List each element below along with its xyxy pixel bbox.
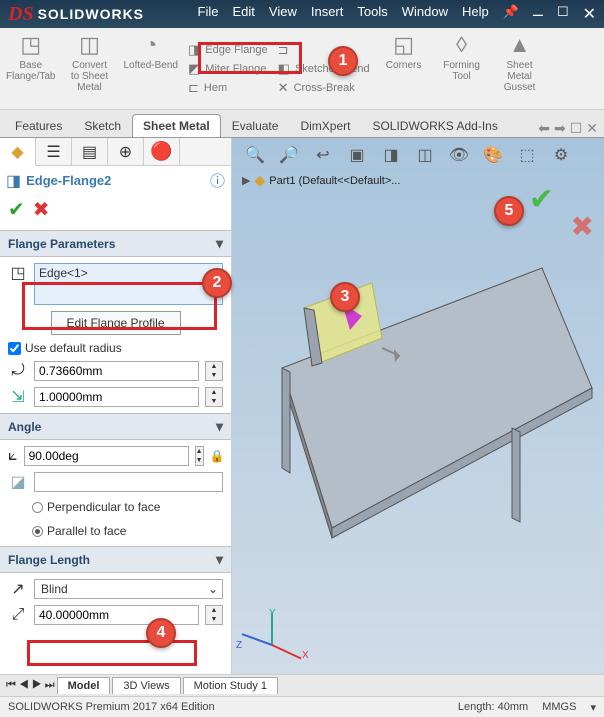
edge-flange-icon: ◨ [6, 171, 21, 191]
sheet-metal-part [232, 138, 602, 668]
doc-back-icon[interactable]: ⬅ [538, 120, 550, 137]
section-flange-length[interactable]: Flange Length▾ [0, 546, 231, 573]
doc-fwd-icon[interactable]: ➡ [554, 120, 566, 137]
length-spinner[interactable]: ▲▼ [205, 605, 223, 625]
tab-model[interactable]: Model [57, 677, 111, 694]
status-version: SOLIDWORKS Premium 2017 x64 Edition [8, 701, 215, 713]
tab-3d-views[interactable]: 3D Views [112, 677, 180, 694]
fm-tab-feature[interactable]: ◆ [0, 138, 36, 166]
base-flange-button[interactable]: ◳Base Flange/Tab [6, 32, 55, 105]
tab-features[interactable]: Features [4, 114, 73, 137]
accept-button[interactable]: ✔ [8, 197, 25, 222]
doc-restore-icon[interactable]: ☐ [570, 120, 583, 137]
gusset-button[interactable]: ▲Sheet Metal Gusset [496, 32, 544, 105]
doc-close-icon[interactable]: ✕ [586, 120, 598, 137]
callout-3: 3 [330, 282, 360, 312]
command-tabs: Features Sketch Sheet Metal Evaluate Dim… [0, 110, 604, 138]
angle-spinner[interactable]: ▲▼ [195, 446, 204, 466]
callout-2: 2 [202, 268, 232, 298]
menu-insert[interactable]: Insert [311, 4, 344, 25]
menu-edit[interactable]: Edit [233, 4, 255, 25]
fm-tab-dim[interactable]: ⊕ [108, 138, 144, 165]
length-input[interactable] [34, 605, 199, 625]
perpendicular-radio[interactable]: Perpendicular to face [8, 498, 223, 516]
edge-select-icon: ◳ [8, 263, 28, 283]
btab-nav[interactable]: ⏮ ◀ ▶ ⏭ [6, 679, 55, 692]
help-icon[interactable]: ⓘ [210, 170, 225, 191]
tab-addins[interactable]: SOLIDWORKS Add-Ins [361, 114, 508, 137]
menu-help[interactable]: Help [462, 4, 489, 25]
cancel-button[interactable]: ✖ [33, 197, 50, 222]
section-angle[interactable]: Angle▾ [0, 413, 231, 440]
menu-tools[interactable]: Tools [357, 4, 387, 25]
radius-icon: ⤾ [8, 362, 28, 380]
callout-1: 1 [328, 46, 358, 76]
highlight-edge-flange [198, 42, 302, 74]
highlight-selection-box [22, 282, 217, 330]
face-input[interactable] [34, 472, 223, 492]
length-icon: ⤢ [8, 606, 28, 624]
angle-icon: ⟀ [8, 447, 18, 465]
logo-ds-icon: DS [8, 3, 34, 26]
gap-icon: ⇲ [8, 387, 28, 407]
minimize-icon[interactable]: – [533, 4, 543, 25]
status-length: Length: 40mm [458, 701, 528, 713]
maximize-icon[interactable]: ☐ [557, 4, 569, 25]
forming-tool-button[interactable]: ◊Forming Tool [438, 32, 486, 105]
end-cond-icon: ↗ [8, 579, 28, 599]
feature-header: ◨ Edge-Flange2 ⓘ [0, 166, 231, 195]
menu-window[interactable]: Window [402, 4, 448, 25]
corners-button[interactable]: ◱Corners [380, 32, 428, 105]
highlight-length-input [27, 640, 197, 666]
status-bar: SOLIDWORKS Premium 2017 x64 Edition Leng… [0, 696, 604, 717]
close-icon[interactable]: ✕ [583, 4, 596, 25]
convert-sheet-button[interactable]: ◫Convert to Sheet Metal [65, 32, 113, 105]
fm-tab-pm[interactable]: ☰ [36, 138, 72, 165]
bend-radius-input[interactable] [34, 361, 199, 381]
lofted-bend-button[interactable]: ◔Lofted-Bend [123, 32, 178, 105]
tab-evaluate[interactable]: Evaluate [221, 114, 290, 137]
hem-button[interactable]: ⊏Hem [188, 80, 268, 96]
menu-view[interactable]: View [269, 4, 297, 25]
fm-tab-display[interactable]: 🔴 [144, 138, 180, 165]
section-flange-params[interactable]: Flange Parameters▾ [0, 230, 231, 257]
tab-motion-study[interactable]: Motion Study 1 [183, 677, 278, 694]
face-icon: ◪ [8, 472, 28, 492]
tab-sketch[interactable]: Sketch [73, 114, 132, 137]
cross-break-button[interactable]: ✕Cross-Break [278, 80, 370, 96]
title-bar: DS SOLIDWORKS File Edit View Insert Tool… [0, 0, 604, 28]
ribbon: ◳Base Flange/Tab ◫Convert to Sheet Metal… [0, 28, 604, 110]
fm-tab-config[interactable]: ▤ [72, 138, 108, 165]
bottom-tabs: ⏮ ◀ ▶ ⏭ Model 3D Views Motion Study 1 [0, 674, 604, 696]
graphics-viewport[interactable]: 🔍 🔎 ↩ ▣ ◨ ◫ 👁 🎨 ⬚ ⚙ ▶ ◆ Part1 (Default<<… [232, 138, 604, 674]
tab-dimxpert[interactable]: DimXpert [289, 114, 361, 137]
pin-icon[interactable]: 📌 [503, 4, 519, 25]
property-manager: ◆ ☰ ▤ ⊕ 🔴 ◨ Edge-Flange2 ⓘ ✔ ✖ Flange Pa… [0, 138, 232, 674]
end-condition-select[interactable]: Blind⌄ [34, 579, 223, 599]
use-default-radius-checkbox[interactable]: Use default radius [8, 341, 223, 355]
fm-tabs: ◆ ☰ ▤ ⊕ 🔴 [0, 138, 231, 166]
menu-file[interactable]: File [198, 4, 219, 25]
app-name: SOLIDWORKS [38, 6, 144, 22]
gap-spinner[interactable]: ▲▼ [205, 387, 223, 407]
callout-5: 5 [494, 196, 524, 226]
lock-icon[interactable]: 🔒 [210, 449, 225, 463]
callout-4: 4 [146, 618, 176, 648]
feature-name: Edge-Flange2 [26, 173, 111, 188]
tab-sheet-metal[interactable]: Sheet Metal [132, 114, 221, 137]
status-units[interactable]: MMGS [542, 701, 576, 713]
menu-bar: File Edit View Insert Tools Window Help … [144, 4, 604, 25]
gap-input[interactable] [34, 387, 199, 407]
angle-input[interactable] [24, 446, 189, 466]
bend-radius-spinner[interactable]: ▲▼ [205, 361, 223, 381]
parallel-radio[interactable]: Parallel to face [8, 522, 223, 540]
